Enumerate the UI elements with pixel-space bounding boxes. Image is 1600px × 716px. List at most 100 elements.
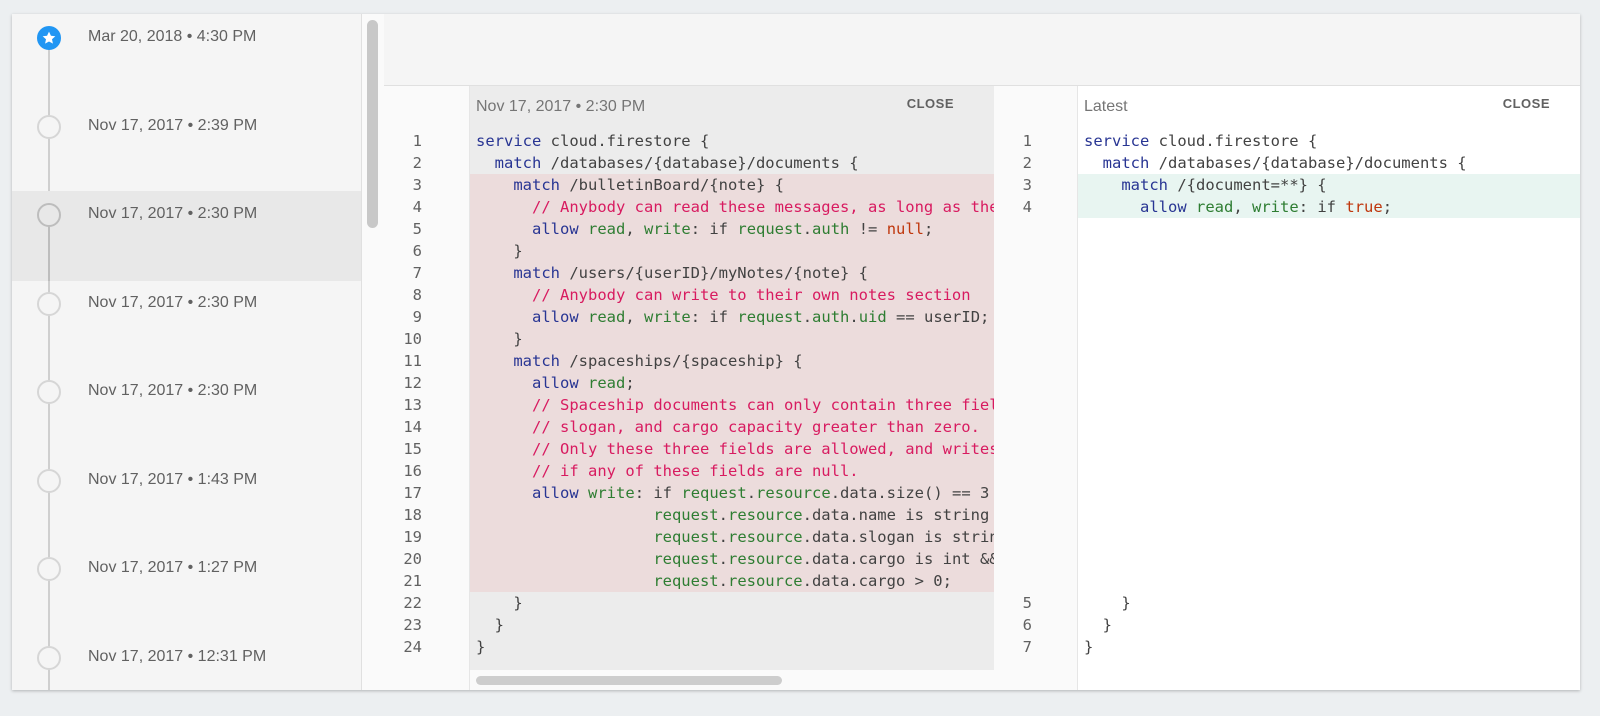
timeline-scrollbar-thumb[interactable] (367, 20, 378, 228)
removed-code-line: 14 // slogan, and cargo capacity greater… (384, 416, 994, 438)
removed-code-line: 4 // Anybody can read these messages, as… (384, 196, 994, 218)
line-text: // Only these three fields are allowed, … (532, 440, 994, 458)
line-number: 23 (403, 616, 422, 634)
line-number: 20 (403, 550, 422, 568)
line-text: } (476, 616, 504, 634)
removed-code-line: 19 request.resource.data.slogan is strin… (384, 526, 994, 548)
line-text: } (1084, 616, 1112, 634)
line-text: match /users/{userID}/myNotes/{note} { (513, 264, 868, 282)
removed-code-line: 11 match /spaceships/{spaceship} { (384, 350, 994, 372)
line-text: request.resource.data.cargo is int && (653, 550, 994, 568)
removed-code-line: 6 } (384, 240, 994, 262)
line-text: allow read, write: if request.auth.uid =… (532, 308, 990, 326)
line-number: 15 (403, 440, 422, 458)
removed-code-line: 15 // Only these three fields are allowe… (384, 438, 994, 460)
line-number: 6 (412, 242, 422, 260)
close-button[interactable]: CLOSE (1503, 96, 1550, 111)
removed-code-line: 10 } (384, 328, 994, 350)
removed-code-line: 18 request.resource.data.name is string … (384, 504, 994, 526)
circle-icon (37, 645, 61, 670)
code-lines: 1 service cloud.firestore {2 match /datab… (384, 130, 994, 658)
line-number: 12 (403, 374, 422, 392)
line-text: match /databases/{database}/documents { (1102, 154, 1467, 172)
line-number: 13 (403, 396, 422, 414)
timeline-item[interactable]: Nov 17, 2017 • 1:27 PM (12, 545, 361, 635)
line-text: // if any of these fields are null. (532, 462, 859, 480)
timeline-item-label: Nov 17, 2017 • 2:30 PM (88, 293, 258, 311)
close-button[interactable]: CLOSE (907, 96, 954, 111)
line-text: service cloud.firestore { (476, 132, 710, 150)
line-text: allow write: if request.resource.data.si… (532, 484, 990, 502)
code-line: 6 } (994, 614, 1580, 636)
timeline-item[interactable]: Mar 20, 2018 • 4:30 PM (12, 14, 361, 104)
timeline-item-label: Nov 17, 2017 • 12:31 PM (88, 647, 267, 665)
removed-code-line: 9 allow read, write: if request.auth.uid… (384, 306, 994, 328)
line-text: // Anybody can write to their own notes … (532, 286, 971, 304)
timeline-item-label: Nov 17, 2017 • 1:43 PM (88, 470, 258, 488)
code-line: 1 service cloud.firestore { (384, 130, 994, 152)
removed-code-line: 7 match /users/{userID}/myNotes/{note} { (384, 262, 994, 284)
line-number: 6 (1022, 616, 1032, 634)
timeline-item[interactable]: Nov 17, 2017 • 2:30 PM (12, 280, 361, 370)
line-number: 18 (403, 506, 422, 524)
line-number: 16 (403, 462, 422, 480)
rules-history-card: Mar 20, 2018 • 4:30 PM Nov 17, 2017 • 2:3… (12, 14, 1580, 690)
code-line: 22 } (384, 592, 994, 614)
code-line: 7} (994, 636, 1580, 658)
code-line: 1 service cloud.firestore { (994, 130, 1580, 152)
line-text: service cloud.firestore { (1084, 132, 1318, 150)
timeline-item[interactable]: Nov 17, 2017 • 2:30 PM (12, 191, 361, 281)
removed-code-line: 12 allow read; (384, 372, 994, 394)
removed-code-line: 21 request.resource.data.cargo > 0; (384, 570, 994, 592)
line-text: match /spaceships/{spaceship} { (513, 352, 803, 370)
code-line: 5 } (994, 592, 1580, 614)
line-text: match /{document=**} { (1121, 176, 1327, 194)
code-line: 2 match /databases/{database}/documents … (384, 152, 994, 174)
horizontal-scrollbar[interactable] (470, 670, 994, 690)
line-number: 14 (403, 418, 422, 436)
timeline-item[interactable]: Nov 17, 2017 • 2:39 PM (12, 103, 361, 193)
line-number: 7 (412, 264, 422, 282)
line-text: // Spaceship documents can only contain … (532, 396, 994, 414)
horizontal-scrollbar-thumb[interactable] (476, 676, 782, 685)
line-text: } (476, 242, 523, 260)
line-number: 2 (1022, 154, 1032, 172)
line-text: allow read; (532, 374, 635, 392)
timeline-item[interactable]: Nov 17, 2017 • 12:31 PM (12, 634, 361, 691)
line-number: 4 (412, 198, 422, 216)
line-text: // Anybody can read these messages, as l… (532, 198, 994, 216)
pane-title: Latest (1084, 98, 1128, 115)
line-text: allow read, write: if request.auth != nu… (532, 220, 934, 238)
diff-header-area (384, 14, 1580, 86)
line-number: 2 (412, 154, 422, 172)
timeline-item[interactable]: Nov 17, 2017 • 1:43 PM (12, 457, 361, 547)
line-number: 11 (403, 352, 422, 370)
line-text: match /bulletinBoard/{note} { (513, 176, 784, 194)
timeline-item[interactable]: Nov 17, 2017 • 2:30 PM (12, 368, 361, 458)
circle-icon (37, 468, 61, 493)
line-number: 4 (1022, 198, 1032, 216)
timeline-item-label: Mar 20, 2018 • 4:30 PM (88, 28, 257, 45)
line-text: request.resource.data.slogan is string &… (653, 528, 994, 546)
code-lines: 1 service cloud.firestore { 2 match /datab… (994, 130, 1580, 658)
line-number: 17 (403, 484, 422, 502)
diff-pane-right: Latest CLOSE 1 service cloud.firestore { 2… (994, 86, 1580, 690)
removed-code-line: 16 // if any of these fields are null. (384, 460, 994, 482)
star-icon (37, 26, 61, 50)
diff-pane-left: Nov 17, 2017 • 2:30 PM CLOSE 1 service cl… (384, 86, 994, 690)
line-number: 1 (1022, 132, 1032, 150)
removed-code-line: 3 match /bulletinBoard/{note} { (384, 174, 994, 196)
line-text: } (476, 330, 523, 348)
